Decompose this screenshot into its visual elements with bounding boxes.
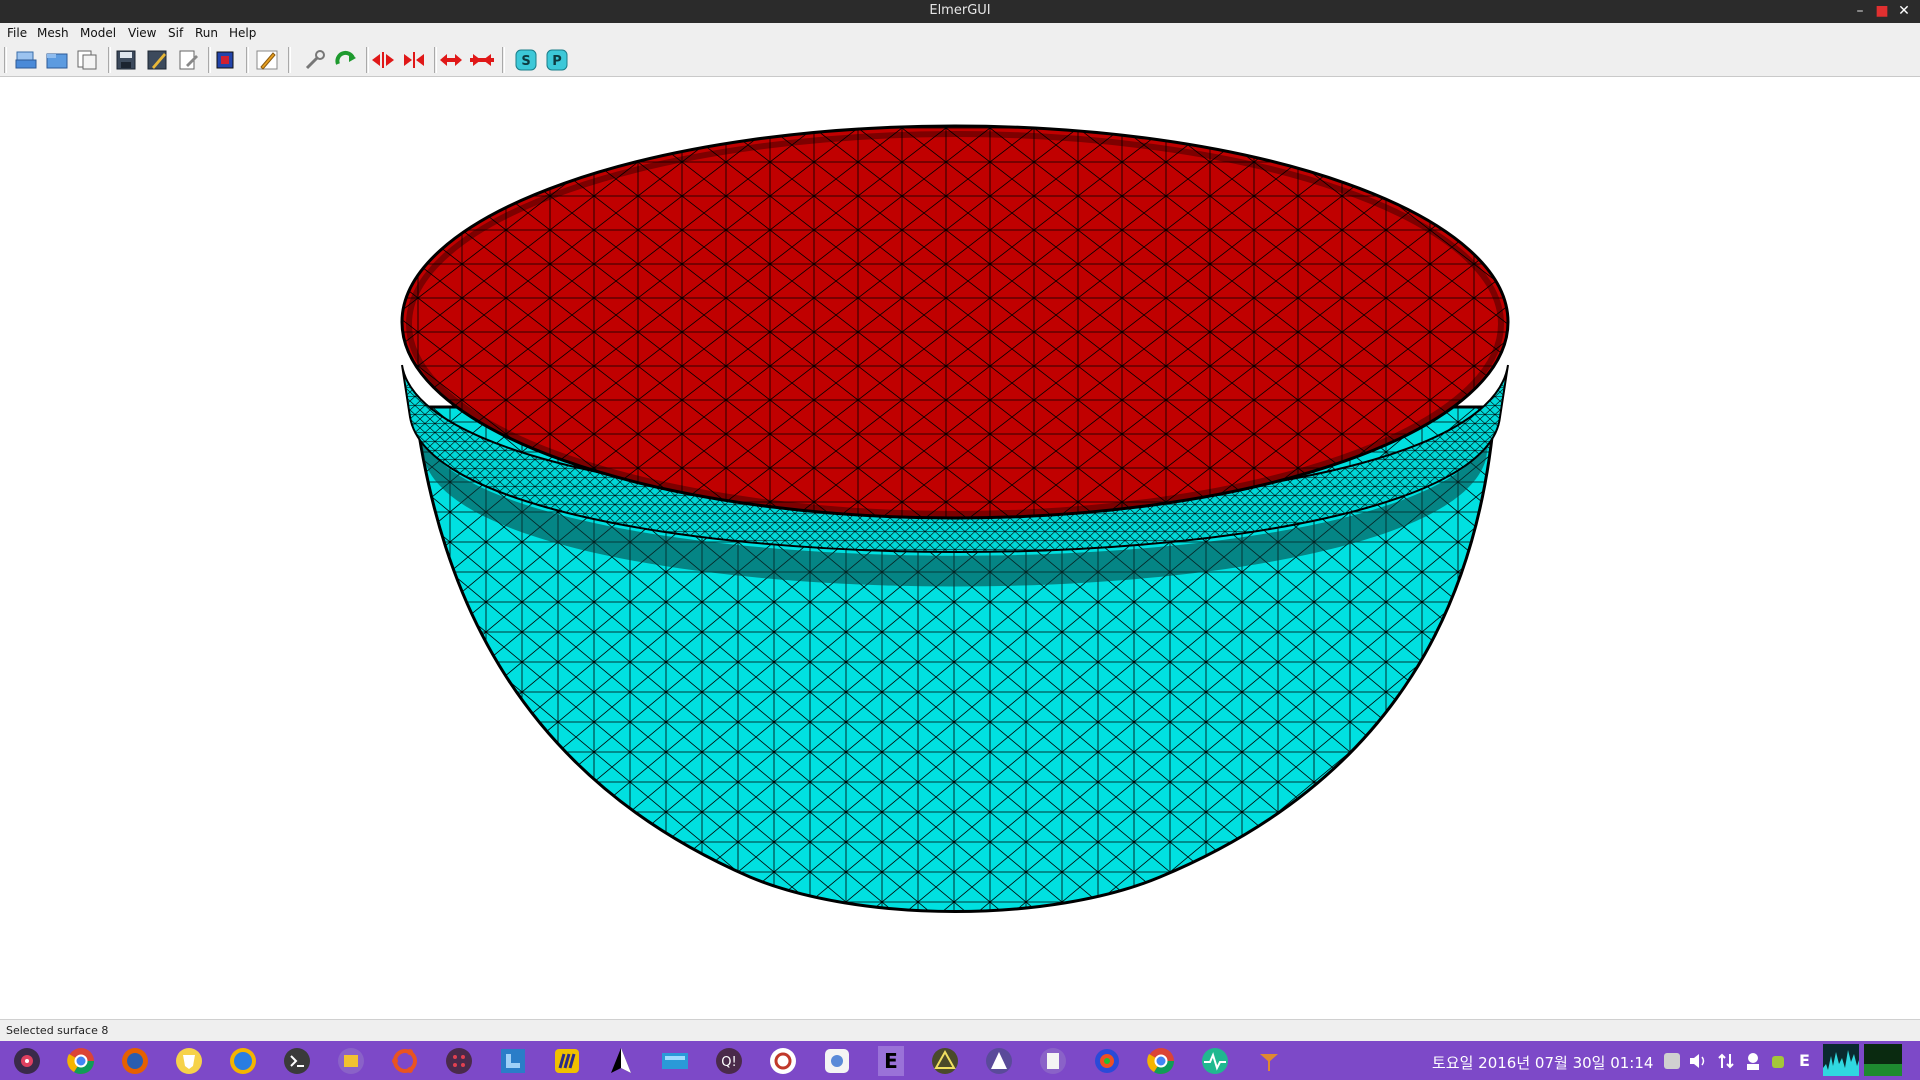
menu-mesh[interactable]: Mesh [37,26,69,40]
memory-graph-icon[interactable] [1864,1044,1902,1076]
color-bars-icon[interactable] [552,1046,582,1076]
edit-tool-icon[interactable] [302,48,328,72]
sync-icon[interactable] [768,1046,798,1076]
delta-icon[interactable] [984,1046,1014,1076]
q-icon[interactable]: Q! [714,1046,744,1076]
mesh-render[interactable] [0,77,1920,1019]
title-bar: ElmerGUI – ■ ✕ [0,0,1920,23]
terminal-icon[interactable] [282,1046,312,1076]
firefox-icon[interactable] [120,1046,150,1076]
warning-triangle-icon[interactable] [930,1046,960,1076]
menu-help[interactable]: Help [229,26,256,40]
files-icon[interactable] [336,1046,366,1076]
postprocessor-icon[interactable]: P [544,48,570,72]
start-solver-icon[interactable]: S [513,48,539,72]
menu-view[interactable]: View [128,26,156,40]
menu-run[interactable]: Run [195,26,218,40]
toolbar-separator [288,47,291,73]
toolbar-separator [208,47,211,73]
divide-surface-icon[interactable] [370,48,396,72]
tray-app-icon[interactable] [1663,1051,1681,1071]
minimize-button[interactable]: – [1850,1,1870,21]
settings-icon[interactable] [822,1046,852,1076]
chrome-icon[interactable] [1146,1046,1176,1076]
status-bar: Selected surface 8 [0,1019,1920,1041]
misc-app-icon[interactable] [1254,1046,1284,1076]
android-icon[interactable] [1769,1051,1787,1071]
mesh-viewport[interactable] [0,77,1920,1019]
ubuntu-icon[interactable] [390,1046,420,1076]
activity-monitor-icon[interactable] [1200,1046,1230,1076]
maximize-button[interactable]: ■ [1872,1,1892,21]
toolbar-separator [366,47,369,73]
surface-mode-icon[interactable] [212,48,238,72]
unify-edge-icon[interactable] [469,48,495,72]
load-mesh-icon[interactable] [44,48,70,72]
app-grid-icon[interactable] [444,1046,474,1076]
unify-surface-icon[interactable] [401,48,427,72]
solver-letter: S [521,54,530,69]
toolbar: S P [0,43,1920,77]
menu-file[interactable]: File [7,26,27,40]
svg-text:E: E [884,1049,898,1073]
save-icon[interactable] [113,48,139,72]
volume-icon[interactable] [1688,1051,1710,1071]
divide-edge-icon[interactable] [438,48,464,72]
toolbar-separator [108,47,111,73]
taskbar: Q! E 토요일 2016년 07월 30일 01:14 E [0,1041,1920,1080]
toolbar-separator [502,47,505,73]
browser-icon[interactable] [228,1046,258,1076]
close-button[interactable]: ✕ [1894,1,1914,21]
svg-text:Q!: Q! [721,1055,736,1070]
chrome-icon[interactable] [66,1046,96,1076]
elmer-icon[interactable]: E [876,1046,906,1076]
status-text: Selected surface 8 [6,1024,109,1037]
menu-sif[interactable]: Sif [168,26,183,40]
brave-icon[interactable] [174,1046,204,1076]
load-project-icon[interactable] [74,48,100,72]
inkscape-icon[interactable] [606,1046,636,1076]
toolbar-separator [246,47,249,73]
app-menu-icon[interactable] [12,1046,42,1076]
text-editor-icon[interactable] [1038,1046,1068,1076]
menu-model[interactable]: Model [80,26,116,40]
save-as-icon[interactable] [175,48,201,72]
spiral-icon[interactable] [1092,1046,1122,1076]
redo-icon[interactable] [333,48,359,72]
menu-bar: File Mesh Model View Sif Run Help [0,23,1920,43]
elmer-tray-icon[interactable]: E [1799,1051,1813,1071]
clock[interactable]: 토요일 2016년 07월 30일 01:14 [1432,1052,1653,1073]
toolbar-separator [4,47,7,73]
post-letter: P [552,54,562,69]
window-title: ElmerGUI [929,3,991,18]
save-project-icon[interactable] [144,48,170,72]
cpu-graph-icon[interactable] [1823,1044,1859,1076]
open-file-icon[interactable] [13,48,39,72]
user-icon[interactable] [1743,1051,1763,1071]
toolbar-separator [434,47,437,73]
edit-pen-icon[interactable] [254,48,280,72]
monitor-icon[interactable] [660,1046,690,1076]
lyx-icon[interactable] [498,1046,528,1076]
network-icon[interactable] [1716,1051,1736,1071]
